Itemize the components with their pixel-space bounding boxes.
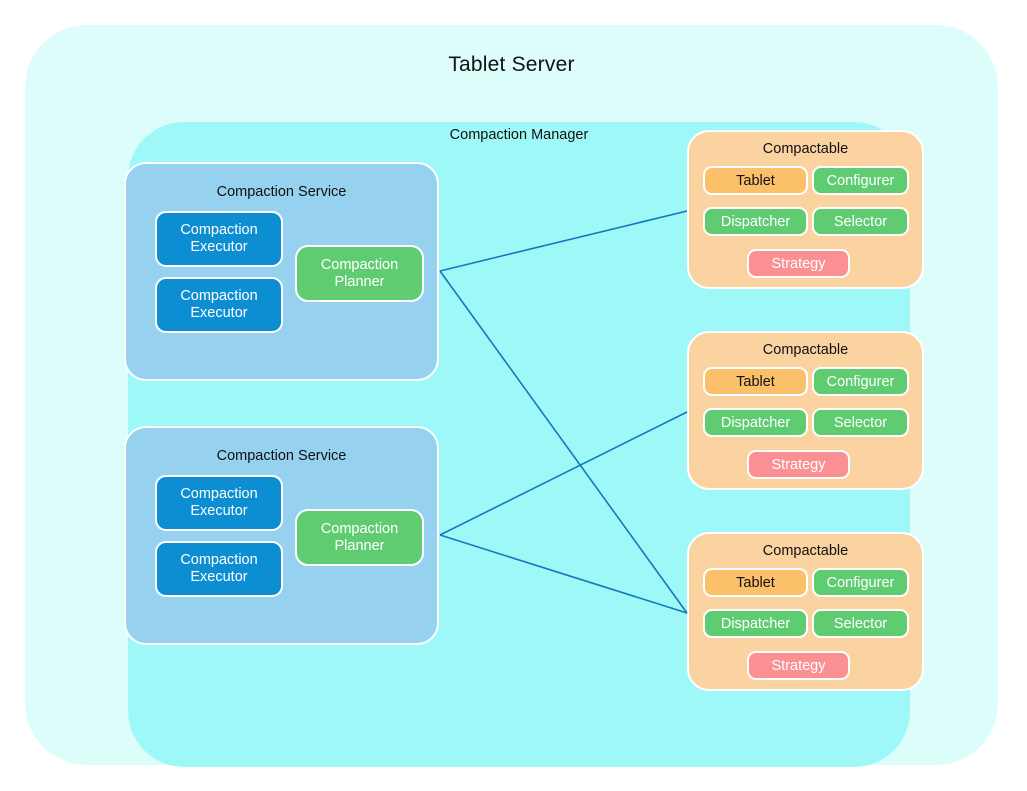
compaction-executor[interactable]: Compaction Executor [155,277,283,333]
configurer-pill[interactable]: Configurer [812,367,909,396]
compaction-executor[interactable]: Compaction Executor [155,211,283,267]
selector-pill[interactable]: Selector [812,408,909,437]
compaction-executor[interactable]: Compaction Executor [155,475,283,531]
compaction-service-1[interactable]: Compaction Service Compaction Executor C… [124,162,439,381]
tablet-pill[interactable]: Tablet [703,367,808,396]
compaction-service-2-title: Compaction Service [216,448,347,464]
tablet-server-title: Tablet Server [448,53,575,76]
tablet-pill[interactable]: Tablet [703,568,808,597]
compactable-title: Compactable [762,543,849,559]
compaction-executor[interactable]: Compaction Executor [155,541,283,597]
configurer-pill[interactable]: Configurer [812,568,909,597]
tablet-pill[interactable]: Tablet [703,166,808,195]
strategy-pill[interactable]: Strategy [747,651,850,680]
selector-pill[interactable]: Selector [812,609,909,638]
compactable-title: Compactable [762,342,849,358]
compaction-planner[interactable]: Compaction Planner [295,245,424,302]
dispatcher-pill[interactable]: Dispatcher [703,609,808,638]
compactable-2[interactable]: Compactable Tablet Configurer Dispatcher… [687,331,924,490]
dispatcher-pill[interactable]: Dispatcher [703,408,808,437]
compaction-service-2[interactable]: Compaction Service Compaction Executor C… [124,426,439,645]
strategy-pill[interactable]: Strategy [747,450,850,479]
strategy-pill[interactable]: Strategy [747,249,850,278]
selector-pill[interactable]: Selector [812,207,909,236]
compactable-3[interactable]: Compactable Tablet Configurer Dispatcher… [687,532,924,691]
compaction-service-1-title: Compaction Service [216,184,347,200]
compactable-title: Compactable [762,141,849,157]
configurer-pill[interactable]: Configurer [812,166,909,195]
dispatcher-pill[interactable]: Dispatcher [703,207,808,236]
compactable-1[interactable]: Compactable Tablet Configurer Dispatcher… [687,130,924,289]
compaction-planner[interactable]: Compaction Planner [295,509,424,566]
diagram-canvas: Tablet Server Compaction Manager Compact… [0,0,1027,791]
